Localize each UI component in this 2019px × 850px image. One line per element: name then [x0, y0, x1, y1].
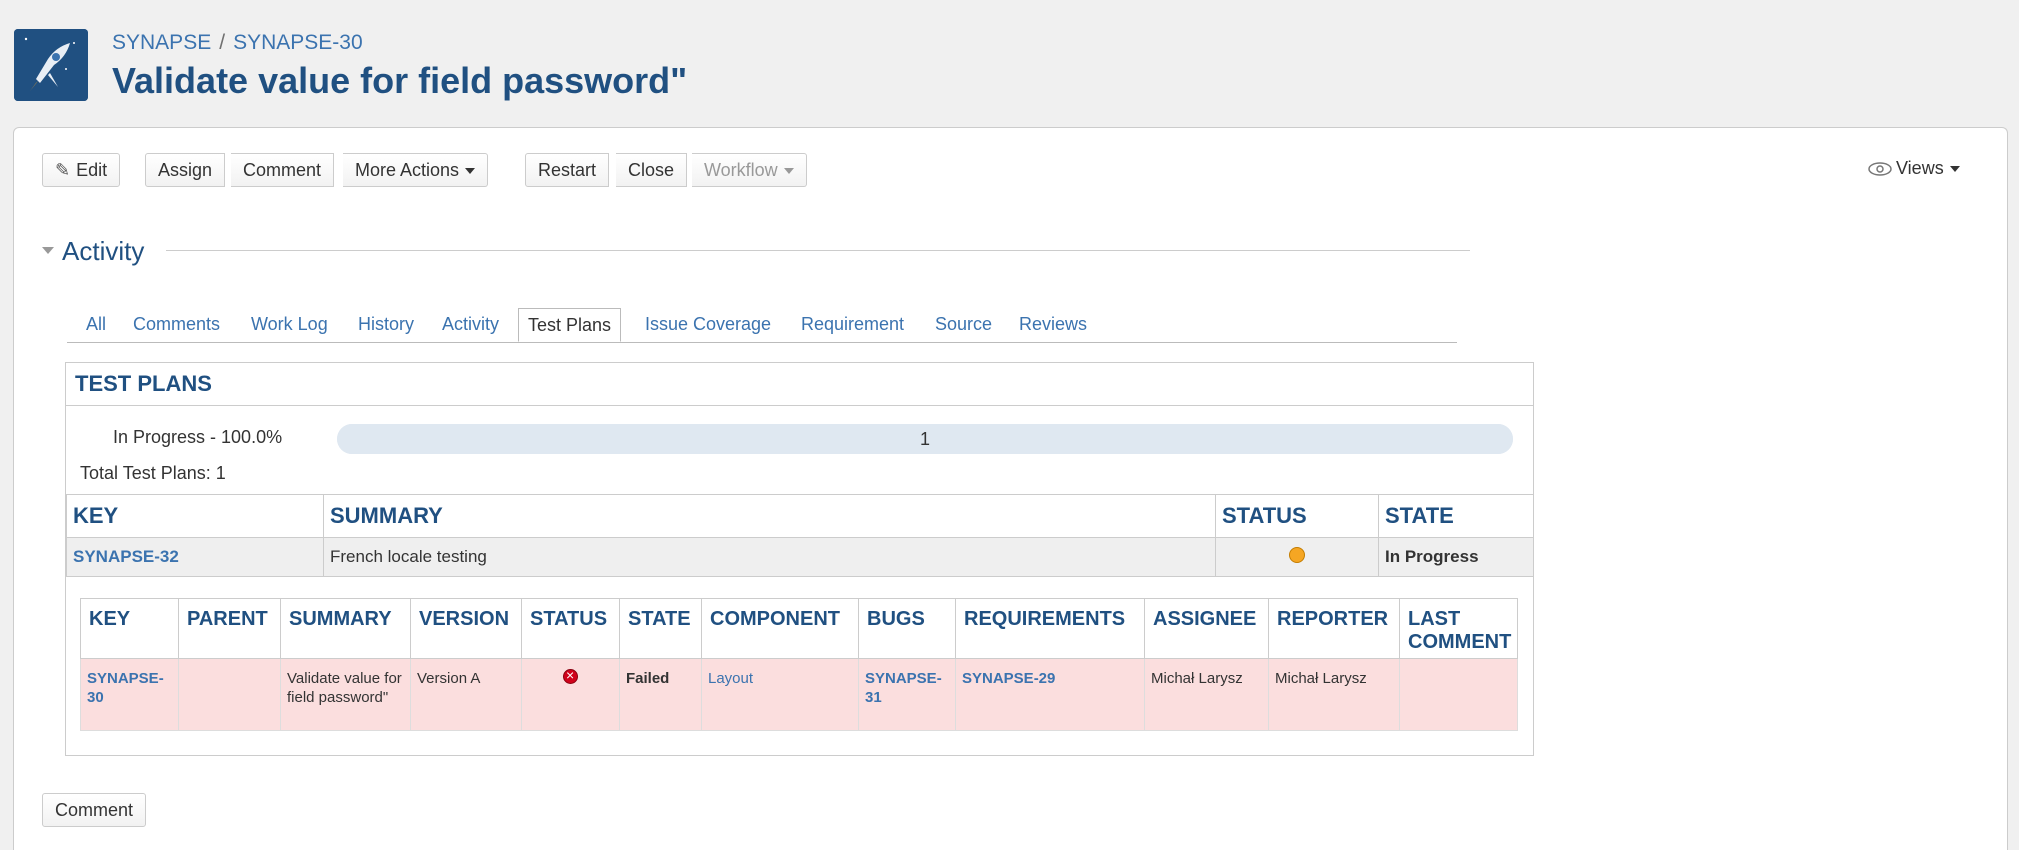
eye-icon	[1868, 162, 1892, 176]
case-requirements-link[interactable]: SYNAPSE-29	[955, 658, 1145, 731]
case-component-link[interactable]: Layout	[701, 658, 859, 731]
assign-button[interactable]: Assign	[145, 153, 226, 187]
chevron-down-icon	[1949, 166, 1960, 173]
tab-reviews[interactable]: Reviews	[1019, 314, 1087, 335]
close-button-label: Close	[628, 160, 675, 180]
column-header-summary[interactable]: SUMMARY	[280, 598, 411, 659]
case-assignee: Michał Larysz	[1144, 658, 1269, 731]
plan-status-cell	[1215, 537, 1379, 577]
divider	[66, 405, 1533, 406]
case-last-comment	[1399, 658, 1518, 731]
restart-button[interactable]: Restart	[525, 153, 610, 187]
case-key-link[interactable]: SYNAPSE-30	[80, 658, 179, 731]
tab-issue-coverage[interactable]: Issue Coverage	[645, 314, 771, 335]
case-status-cell	[521, 658, 620, 731]
edit-button[interactable]: ✎ Edit	[42, 153, 121, 187]
tab-history[interactable]: History	[358, 314, 414, 335]
case-reporter: Michał Larysz	[1268, 658, 1400, 731]
in-progress-icon	[1289, 546, 1305, 563]
column-header-state[interactable]: STATE	[619, 598, 702, 659]
table-header-row: KEY SUMMARY STATUS STATE	[66, 494, 1534, 538]
column-header-status[interactable]: STATUS	[1215, 494, 1379, 538]
case-version: Version A	[410, 658, 522, 731]
assign-button-label: Assign	[158, 160, 213, 180]
tab-work-log[interactable]: Work Log	[251, 314, 328, 335]
progress-label: In Progress - 100.0%	[113, 427, 283, 447]
tab-comments[interactable]: Comments	[133, 314, 220, 335]
plan-state: In Progress	[1378, 537, 1534, 577]
tab-all[interactable]: All	[86, 314, 106, 335]
more-actions-button[interactable]: More Actions	[343, 153, 489, 187]
test-plans-title: TEST PLANS	[75, 371, 212, 396]
views-menu[interactable]: Views	[1868, 158, 1960, 179]
column-header-assignee[interactable]: ASSIGNEE	[1144, 598, 1269, 659]
workflow-button[interactable]: Workflow	[692, 153, 807, 187]
tab-test-plans[interactable]: Test Plans	[518, 308, 622, 342]
case-bugs-link[interactable]: SYNAPSE-31	[858, 658, 956, 731]
plan-summary: French locale testing	[323, 537, 1216, 577]
column-header-status[interactable]: STATUS	[521, 598, 620, 659]
table-row: SYNAPSE-32 French locale testing In Prog…	[66, 537, 1534, 577]
case-summary: Validate value for field password"	[280, 658, 411, 731]
column-header-reporter[interactable]: REPORTER	[1268, 598, 1400, 659]
column-header-parent[interactable]: PARENT	[178, 598, 281, 659]
column-header-key[interactable]: KEY	[80, 598, 179, 659]
test-cases-table: KEY PARENT SUMMARY VERSION STATUS STATE …	[80, 598, 1518, 731]
column-header-version[interactable]: VERSION	[410, 598, 522, 659]
comment-button-label: Comment	[243, 160, 322, 180]
column-header-last-comment[interactable]: LAST COMMENT	[1399, 598, 1518, 659]
issue-header: SYNAPSE / SYNAPSE-30 Validate value for fi…	[0, 0, 2019, 127]
progress-bar: 1	[337, 424, 1513, 454]
column-header-key[interactable]: KEY	[66, 494, 324, 538]
test-cases-wrapper: KEY PARENT SUMMARY VERSION STATUS STATE …	[80, 598, 1518, 731]
page-title: Validate value for field password"	[112, 60, 688, 101]
more-actions-label: More Actions	[355, 160, 460, 180]
tab-requirement[interactable]: Requirement	[801, 314, 904, 335]
activity-tabs: All Comments Work Log History Activity T…	[67, 308, 1457, 343]
test-plans-table: KEY SUMMARY STATUS STATE SYNAPSE-32 Fren…	[66, 494, 1534, 577]
column-header-state[interactable]: STATE	[1378, 494, 1534, 538]
activity-heading[interactable]: Activity	[62, 236, 144, 267]
table-row: SYNAPSE-30 Validate value for field pass…	[80, 658, 1518, 731]
breadcrumb-separator: /	[219, 31, 226, 54]
close-button[interactable]: Close	[616, 153, 688, 187]
column-header-component[interactable]: COMPONENT	[701, 598, 859, 659]
column-header-requirements[interactable]: REQUIREMENTS	[955, 598, 1145, 659]
case-parent	[178, 658, 281, 731]
comment-button[interactable]: Comment	[231, 153, 335, 187]
column-header-bugs[interactable]: BUGS	[858, 598, 956, 659]
workflow-button-label: Workflow	[704, 160, 778, 180]
plan-key-link[interactable]: SYNAPSE-32	[66, 537, 324, 577]
chevron-down-icon	[465, 168, 476, 175]
restart-button-label: Restart	[538, 160, 597, 180]
column-header-summary[interactable]: SUMMARY	[323, 494, 1216, 538]
collapse-toggle-icon[interactable]	[42, 247, 54, 254]
project-logo-icon[interactable]	[14, 29, 88, 101]
tab-activity[interactable]: Activity	[442, 314, 499, 335]
case-state: Failed	[619, 658, 702, 731]
add-comment-button[interactable]: Comment	[42, 793, 147, 827]
table-header-row: KEY PARENT SUMMARY VERSION STATUS STATE …	[80, 598, 1518, 659]
breadcrumb: SYNAPSE / SYNAPSE-30	[112, 31, 363, 55]
total-test-plans: Total Test Plans: 1	[80, 463, 226, 483]
tab-source[interactable]: Source	[935, 314, 992, 335]
section-divider	[166, 250, 1470, 251]
chevron-down-icon	[783, 168, 794, 175]
breadcrumb-issue-link[interactable]: SYNAPSE-30	[233, 31, 363, 54]
views-label: Views	[1896, 158, 1944, 178]
edit-button-label: Edit	[76, 160, 108, 180]
pencil-icon: ✎	[55, 160, 71, 180]
breadcrumb-project-link[interactable]: SYNAPSE	[112, 31, 211, 54]
progress-count: 1	[919, 429, 930, 449]
failed-icon	[563, 666, 578, 685]
